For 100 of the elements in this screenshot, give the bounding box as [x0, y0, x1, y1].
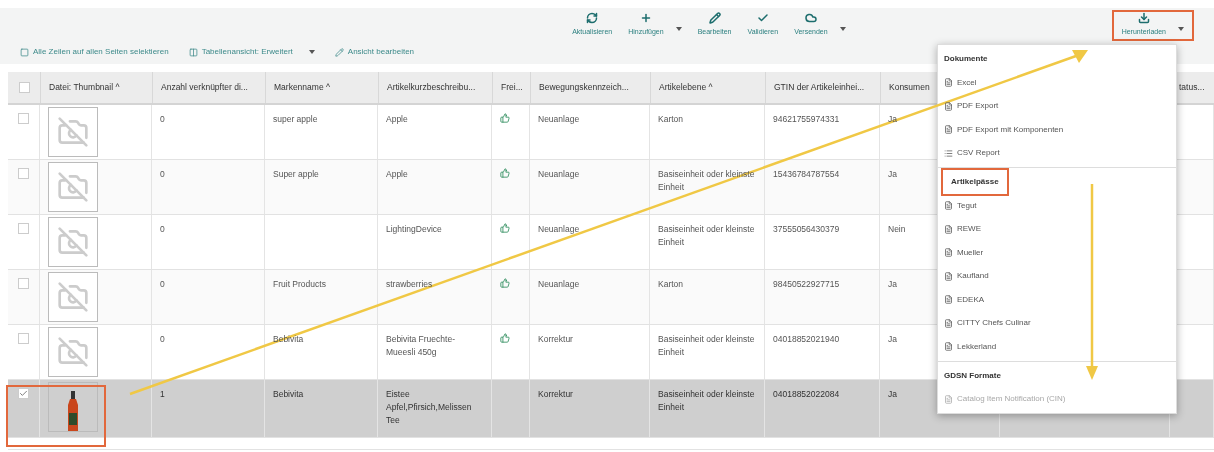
- document-icon: [944, 394, 953, 404]
- document-icon: [944, 201, 953, 211]
- column-header[interactable]: Anzahl verknüpfter di...: [161, 81, 248, 94]
- caret-icon[interactable]: [675, 27, 682, 31]
- table-cell: 15436784787554: [773, 169, 840, 179]
- table-cell: 04018852021940: [773, 334, 840, 344]
- table-cell: 1: [160, 389, 165, 399]
- document-icon: [944, 295, 953, 305]
- view-bar-button[interactable]: Tabellenansicht: Erweitert: [188, 46, 315, 58]
- no-image-icon: [57, 171, 89, 203]
- table-cell: Bebivita: [273, 389, 304, 399]
- table-cell: 04018852022084: [773, 389, 840, 399]
- column-header[interactable]: Datei: Thumbnail ^: [49, 81, 120, 94]
- table-cell: 0: [160, 334, 165, 344]
- table-cell: Basiseinheit oder kleinste Einheit: [658, 224, 755, 247]
- column-header[interactable]: Frei...: [501, 81, 523, 94]
- table-cell: 37555056430379: [773, 224, 840, 234]
- column-header[interactable]: Artikelkurzbeschreibu...: [387, 81, 476, 94]
- document-icon: [944, 78, 953, 88]
- row-checkbox[interactable]: [18, 168, 29, 179]
- table-cell: Neuanlage: [538, 114, 580, 124]
- column-header[interactable]: Konsumen: [889, 81, 930, 94]
- check-icon: [756, 12, 769, 24]
- menu-item[interactable]: EDEKA: [938, 288, 1176, 312]
- row-checkbox[interactable]: [18, 388, 29, 399]
- column-header[interactable]: Artikelebene ^: [659, 81, 713, 94]
- caret-icon[interactable]: [308, 50, 315, 54]
- view-bar-button[interactable]: Ansicht bearbeiten: [334, 46, 415, 58]
- table-cell: Korrektur: [538, 389, 573, 399]
- table-cell: super apple: [273, 114, 318, 124]
- menu-item[interactable]: Mueller: [938, 241, 1176, 265]
- pencil-icon: [708, 12, 721, 24]
- table-cell: strawberries: [386, 279, 433, 289]
- table-cell: Ja: [888, 169, 897, 179]
- document-icon: [944, 125, 953, 135]
- menu-item[interactable]: Tegut: [938, 194, 1176, 218]
- table-cell: Basiseinheit oder kleinste Einheit: [658, 389, 755, 412]
- table-cell: Fruit Products: [273, 279, 326, 289]
- table-cell: Korrektur: [538, 334, 573, 344]
- table-cell: LightingDevice: [386, 224, 442, 234]
- plus-icon: [639, 12, 652, 24]
- menu-item[interactable]: REWE: [938, 217, 1176, 241]
- document-icon: [944, 318, 953, 328]
- menu-item[interactable]: PDF Export mit Komponenten: [938, 118, 1176, 142]
- document-icon: [944, 248, 953, 258]
- table-cell: Nein: [888, 224, 906, 234]
- document-icon: [944, 271, 953, 281]
- menu-item[interactable]: Lekkerland: [938, 335, 1176, 359]
- table-cell: Ja: [888, 334, 897, 344]
- no-image-icon: [57, 281, 89, 313]
- no-image-icon: [57, 226, 89, 258]
- table-cell: Karton: [658, 279, 684, 289]
- menu-section-title: Artikelpässe: [941, 168, 1009, 196]
- table-cell: Bebivita Fruechte-Mueesli 450g: [386, 334, 455, 357]
- table-cell: 0: [160, 224, 165, 234]
- caret-icon[interactable]: [839, 27, 846, 31]
- table-cell: Neuanlage: [538, 279, 580, 289]
- checkbox-icon: [20, 47, 29, 57]
- pencil-icon: [334, 47, 344, 57]
- checkbox[interactable]: [18, 82, 30, 93]
- table-cell: Ja: [888, 279, 897, 289]
- table-cell: 0: [160, 279, 165, 289]
- document-icon: [944, 224, 953, 234]
- cloud-icon: [804, 12, 817, 24]
- table-cell: Karton: [658, 114, 684, 124]
- refresh-icon: [586, 12, 599, 24]
- document-icon: [944, 342, 953, 352]
- table-cell: Ja: [888, 389, 897, 399]
- caret-icon[interactable]: [1178, 27, 1184, 31]
- table-cell: Neuanlage: [538, 224, 580, 234]
- table-cell: Basiseinheit oder kleinste Einheit: [658, 334, 755, 357]
- column-header[interactable]: Markenname ^: [274, 81, 330, 94]
- row-checkbox[interactable]: [18, 333, 29, 344]
- columns-icon: [188, 47, 198, 57]
- download-icon: [1137, 12, 1150, 24]
- no-image-icon: [57, 116, 89, 148]
- table-cell: 0: [160, 169, 165, 179]
- menu-section-title: Dokumente: [943, 53, 989, 65]
- check-icon: [19, 389, 28, 398]
- table-cell: 98450522927715: [773, 279, 840, 289]
- row-checkbox[interactable]: [18, 278, 29, 289]
- view-bar-button[interactable]: Alle Zeilen auf allen Seiten selektieren: [20, 46, 169, 58]
- no-image-icon: [57, 336, 89, 368]
- row-checkbox[interactable]: [18, 223, 29, 234]
- row-checkbox[interactable]: [18, 113, 29, 124]
- table-cell: 0: [160, 114, 165, 124]
- column-header[interactable]: Bewegungskennzeich...: [539, 81, 629, 94]
- table-cell: Apple: [386, 114, 408, 124]
- list-icon: [944, 148, 953, 158]
- menu-section-title: GDSN Formate: [943, 369, 1002, 382]
- bottle-drawing: [67, 391, 79, 431]
- table-cell: Super apple: [273, 169, 319, 179]
- document-icon: [944, 101, 953, 111]
- table-cell: Neuanlage: [538, 169, 580, 179]
- table-cell: 94621755974331: [773, 114, 840, 124]
- menu-item[interactable]: Excel: [938, 71, 1176, 95]
- column-header[interactable]: GTIN der Artikeleinhei...: [774, 81, 865, 94]
- table-cell: Eistee Apfel,Pfirsich,Melissen Tee: [386, 389, 472, 425]
- table-cell: Apple: [386, 169, 408, 179]
- column-header[interactable]: tatus...: [1179, 81, 1205, 94]
